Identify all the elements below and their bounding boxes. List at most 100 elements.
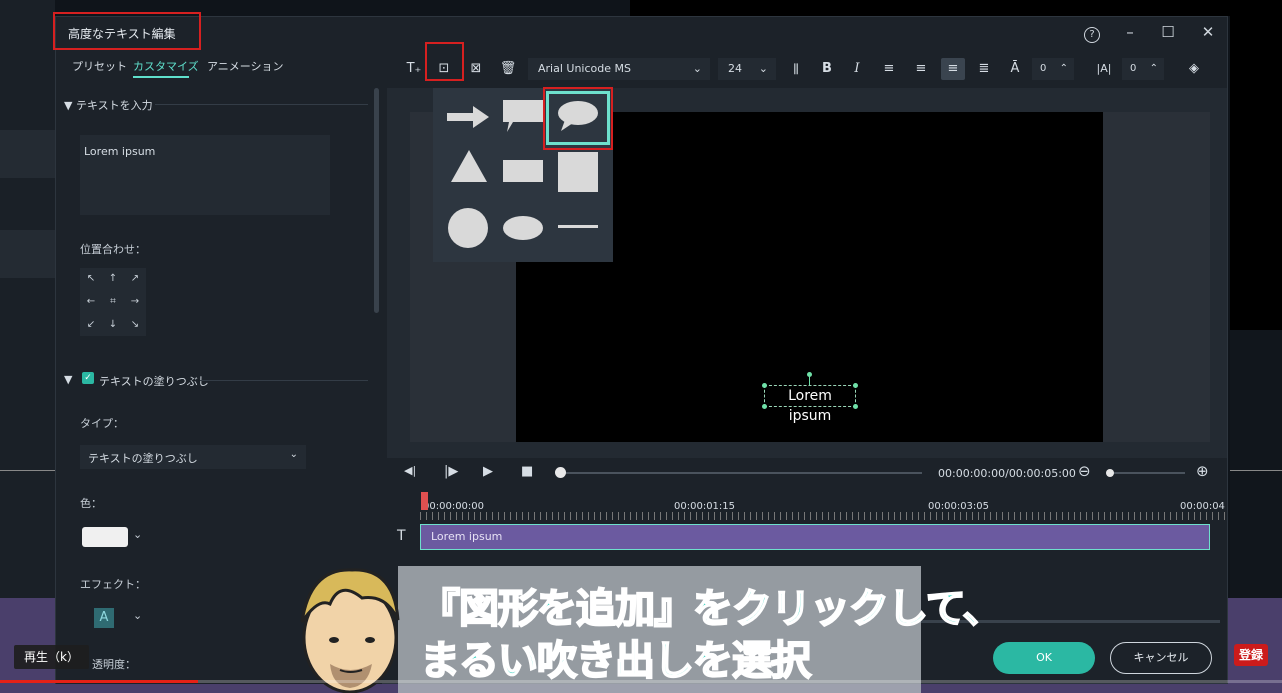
align-right-icon[interactable]: → — [124, 291, 146, 313]
close-button[interactable]: ✕ — [1196, 20, 1220, 44]
justify-text-icon[interactable]: ≣ — [973, 58, 995, 80]
resize-handle[interactable] — [853, 404, 858, 409]
cancel-button[interactable]: キャンセル — [1110, 642, 1212, 674]
tab-customize[interactable]: カスタマイズ — [133, 58, 199, 74]
selected-shape-highlight-box — [543, 87, 613, 150]
tab-animation[interactable]: アニメーション — [207, 58, 284, 74]
maximize-button[interactable]: ☐ — [1156, 20, 1180, 44]
font-size-select[interactable]: 24 ⌄ — [718, 58, 776, 80]
playback-scrubber-knob[interactable] — [555, 467, 566, 478]
fill-section-collapse-icon[interactable]: ▼ — [64, 373, 72, 386]
align-top-left-icon[interactable]: ↖ — [80, 268, 102, 290]
timeline-playhead[interactable] — [421, 492, 428, 510]
align-bottom-right-icon[interactable]: ↘ — [124, 314, 146, 336]
alignment-grid: ↖ ↑ ↗ ← ⌗ → ↙ ↓ ↘ — [80, 268, 146, 336]
fill-type-value: テキストの塗りつぶし — [88, 452, 198, 465]
type-label: タイプ： — [80, 417, 124, 430]
text-direction-icon[interactable]: ⫼ — [785, 58, 807, 80]
resize-handle[interactable] — [762, 383, 767, 388]
square-shape[interactable] — [558, 152, 598, 192]
left-panel-scrollbar[interactable] — [374, 88, 379, 313]
effect-dropdown-chevron-icon[interactable]: ⌄ — [133, 609, 142, 622]
fill-checkbox[interactable]: ✓ — [82, 372, 94, 384]
rectangle-callout-shape[interactable] — [503, 100, 545, 132]
arrow-shape[interactable] — [447, 106, 489, 128]
ruler-label: 00:00:01:15 — [674, 501, 736, 512]
triangle-shape[interactable] — [451, 150, 487, 182]
color-dropdown-chevron-icon[interactable]: ⌄ — [133, 528, 142, 541]
align-bottom-left-icon[interactable]: ↙ — [80, 314, 102, 336]
subscribe-watermark[interactable]: 登録 — [1234, 644, 1268, 666]
playback-bar — [387, 458, 1227, 490]
rectangle-shape[interactable] — [503, 160, 543, 182]
text-clip[interactable]: Lorem ipsum — [420, 524, 1210, 550]
align-center-text-icon[interactable]: ≡ — [941, 58, 965, 80]
align-right-text-icon[interactable]: ≡ — [910, 58, 932, 80]
zoom-slider-knob[interactable] — [1106, 469, 1114, 477]
zoom-in-icon[interactable]: ⊕ — [1196, 462, 1209, 480]
divider — [200, 380, 368, 381]
char-spacing-value: 0 — [1040, 63, 1047, 74]
align-left-icon[interactable]: ← — [80, 291, 102, 313]
font-size-value: 24 — [728, 62, 742, 75]
preview-text-object[interactable]: Lorem ipsum — [764, 385, 856, 424]
text-input-value: Lorem ipsum — [84, 145, 156, 158]
fill-type-select[interactable]: テキストの塗りつぶし ⌄ — [80, 445, 306, 469]
stepper-icon[interactable]: ⌃ — [1060, 58, 1068, 80]
subtitle-line-2: まるい吹き出しを選択 — [419, 637, 812, 685]
title-highlight-box — [53, 12, 201, 50]
text-input-field[interactable]: Lorem ipsum — [80, 135, 330, 215]
resize-handle[interactable] — [853, 383, 858, 388]
video-play-tooltip: 再生（k） — [14, 645, 89, 669]
char-spacing-icon[interactable]: Ā — [1004, 58, 1026, 80]
color-label: 色： — [80, 497, 102, 510]
add-image-icon[interactable]: ⊠ — [465, 58, 487, 80]
char-spacing-input[interactable]: 0 ⌃ — [1032, 58, 1074, 80]
fill-color-swatch[interactable] — [82, 527, 128, 547]
play-icon[interactable]: ▶ — [483, 464, 493, 479]
prev-frame-icon[interactable]: ◀| — [404, 464, 416, 477]
chevron-down-icon: ⌄ — [289, 449, 298, 460]
fill-section-label: テキストの塗りつぶし — [99, 375, 209, 388]
bold-button[interactable]: B — [816, 58, 838, 80]
video-progress-fill — [0, 680, 198, 683]
chevron-down-icon: ⌄ — [692, 62, 702, 75]
align-bottom-icon[interactable]: ↓ — [102, 314, 124, 336]
background-app-sidebar — [0, 0, 55, 693]
text-input-section-header[interactable]: ▼ テキストを入力 — [64, 97, 153, 113]
presenter-avatar-illustration — [300, 568, 400, 693]
ruler-label: 00:00:03:05 — [928, 501, 990, 512]
layers-icon[interactable]: ◈ — [1183, 58, 1205, 80]
align-left-text-icon[interactable]: ≡ — [878, 58, 900, 80]
align-top-icon[interactable]: ↑ — [102, 268, 124, 290]
trash-icon[interactable]: 🗑 — [497, 58, 519, 80]
line-spacing-icon[interactable]: |A| — [1093, 58, 1115, 80]
italic-button[interactable]: I — [846, 58, 868, 80]
align-top-right-icon[interactable]: ↗ — [124, 268, 146, 290]
font-family-select[interactable]: Arial Unicode MS ⌄ — [528, 58, 710, 80]
line-shape[interactable] — [558, 225, 598, 228]
zoom-out-icon[interactable]: ⊖ — [1078, 462, 1091, 480]
help-icon[interactable]: ? — [1080, 20, 1104, 44]
text-track-icon: T — [397, 528, 406, 544]
background-ruler — [1230, 455, 1282, 471]
minimize-button[interactable]: – — [1118, 20, 1142, 44]
tab-preset[interactable]: プリセット — [72, 58, 127, 74]
align-label: 位置合わせ： — [80, 243, 146, 256]
effect-swatch[interactable]: A — [94, 608, 114, 628]
circle-shape[interactable] — [448, 208, 488, 248]
ok-button[interactable]: OK — [993, 642, 1095, 674]
ruler-label: 00:00:04 — [1180, 501, 1225, 512]
background-panel — [0, 230, 55, 278]
resize-handle[interactable] — [762, 404, 767, 409]
divider — [155, 104, 368, 105]
add-text-icon[interactable]: T₊ — [403, 58, 425, 80]
stop-icon[interactable]: ■ — [521, 464, 533, 479]
playback-scrubber-track[interactable] — [560, 472, 922, 474]
ellipse-shape[interactable] — [503, 216, 543, 240]
zoom-slider-track[interactable] — [1110, 472, 1185, 474]
line-spacing-input[interactable]: 0 ⌃ — [1122, 58, 1164, 80]
step-forward-icon[interactable]: |▶ — [444, 464, 458, 479]
align-center-icon[interactable]: ⌗ — [102, 291, 124, 313]
stepper-icon[interactable]: ⌃ — [1150, 58, 1158, 80]
